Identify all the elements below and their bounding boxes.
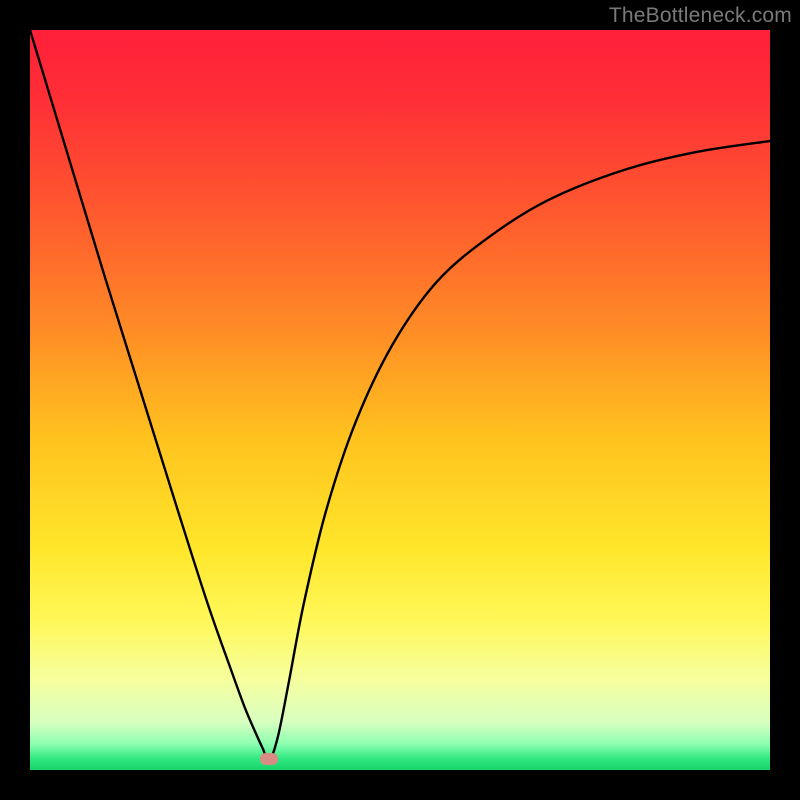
plot-area <box>30 30 770 770</box>
watermark-text: TheBottleneck.com <box>609 4 792 28</box>
optimum-marker <box>260 753 278 765</box>
chart-stage: TheBottleneck.com <box>0 0 800 800</box>
bottleneck-curve <box>30 30 770 770</box>
